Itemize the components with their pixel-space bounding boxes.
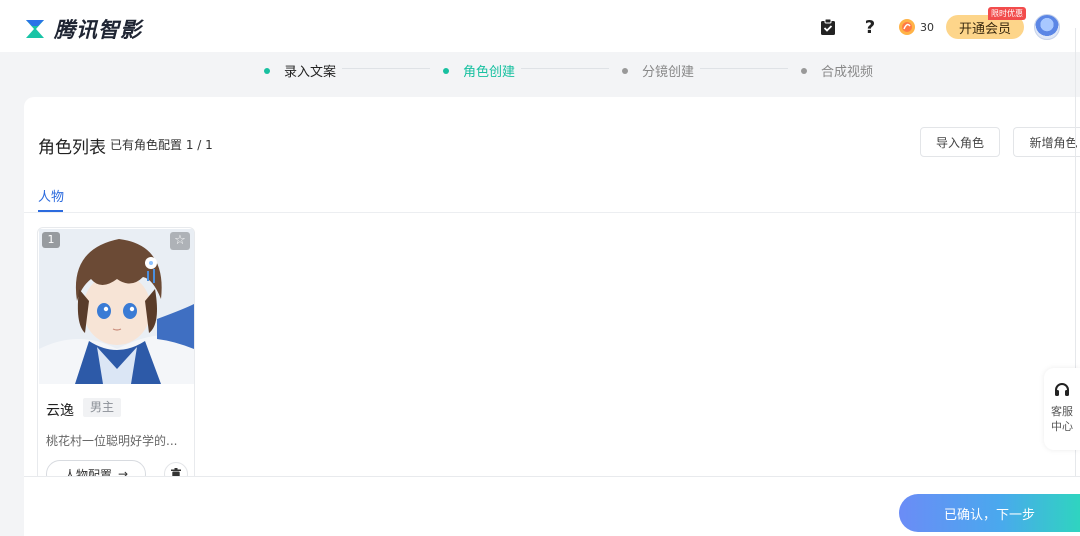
character-card[interactable]: 1 ☆ 云逸 男主 桃花村一位聪明好学的... 人物配置 → bbox=[37, 227, 195, 476]
card-index: 1 bbox=[42, 232, 60, 248]
service-label: 客服中心 bbox=[1051, 405, 1073, 433]
character-portrait bbox=[39, 229, 194, 384]
logo-icon bbox=[26, 20, 44, 38]
vip-label: 开通会员 bbox=[958, 21, 1011, 37]
step-connector bbox=[700, 68, 788, 69]
step-dot bbox=[443, 67, 449, 74]
top-bar: 腾讯智影 ? 30 开通会员 限时优惠 bbox=[0, 0, 1080, 52]
step-label: 角色创建 bbox=[463, 65, 516, 80]
add-role-button[interactable]: 新增角色 bbox=[1013, 127, 1080, 157]
coin-balance[interactable]: 30 bbox=[898, 18, 934, 36]
star-icon[interactable]: ☆ bbox=[170, 232, 190, 250]
confirm-next-button[interactable]: 已确认，下一步 bbox=[899, 494, 1080, 532]
role-count: 已有角色配置 1 / 1 bbox=[110, 138, 213, 152]
character-name: 云逸 bbox=[46, 403, 74, 419]
tab-people[interactable]: 人物 bbox=[38, 186, 64, 205]
arrow-right-icon: → bbox=[117, 467, 129, 476]
import-role-button[interactable]: 导入角色 bbox=[920, 127, 1000, 157]
step-connector bbox=[342, 68, 430, 69]
character-description: 桃花村一位聪明好学的... bbox=[46, 434, 178, 448]
footer-bar: 已确认，下一步 bbox=[24, 476, 1080, 536]
step-label: 录入文案 bbox=[284, 65, 337, 80]
character-config-button[interactable]: 人物配置 → bbox=[46, 460, 146, 476]
vip-button[interactable]: 开通会员 限时优惠 bbox=[946, 7, 1026, 39]
step-connector bbox=[521, 68, 609, 69]
customer-service-button[interactable]: 客服中心 bbox=[1044, 368, 1080, 450]
clipboard-check-icon[interactable] bbox=[816, 15, 840, 39]
step-dot bbox=[622, 67, 628, 74]
tab-underline bbox=[38, 210, 63, 212]
step-1[interactable]: 录入文案 bbox=[264, 61, 336, 80]
scroll-track bbox=[1075, 28, 1076, 528]
coin-icon bbox=[899, 19, 915, 35]
step-dot bbox=[264, 67, 270, 74]
header-actions: ? 30 开通会员 限时优惠 bbox=[816, 7, 1060, 42]
help-icon[interactable]: ? bbox=[858, 15, 882, 39]
config-label: 人物配置 bbox=[63, 467, 112, 477]
logo[interactable]: 腾讯智影 bbox=[24, 14, 142, 44]
step-label: 分镜创建 bbox=[642, 65, 695, 80]
page-title: 角色列表 bbox=[38, 138, 106, 158]
step-dot bbox=[801, 67, 807, 74]
logo-text: 腾讯智影 bbox=[54, 18, 142, 42]
step-progress: 录入文案 角色创建 分镜创建 合成视频 bbox=[0, 52, 1080, 86]
coin-count: 30 bbox=[920, 20, 934, 34]
role-list-panel: 角色列表 已有角色配置 1 / 1 导入角色 新增角色 人物 1 ☆ 云逸 男主… bbox=[24, 97, 1080, 476]
vip-promo-badge: 限时优惠 bbox=[988, 7, 1026, 20]
role-tag: 男主 bbox=[83, 398, 122, 417]
headset-icon bbox=[1055, 383, 1069, 396]
step-3[interactable]: 分镜创建 bbox=[622, 61, 694, 80]
step-2[interactable]: 角色创建 bbox=[443, 61, 515, 80]
step-label: 合成视频 bbox=[821, 65, 874, 80]
trash-icon[interactable] bbox=[164, 462, 188, 476]
user-avatar[interactable] bbox=[1034, 14, 1060, 40]
tab-divider bbox=[24, 212, 1080, 213]
step-4[interactable]: 合成视频 bbox=[801, 61, 873, 80]
